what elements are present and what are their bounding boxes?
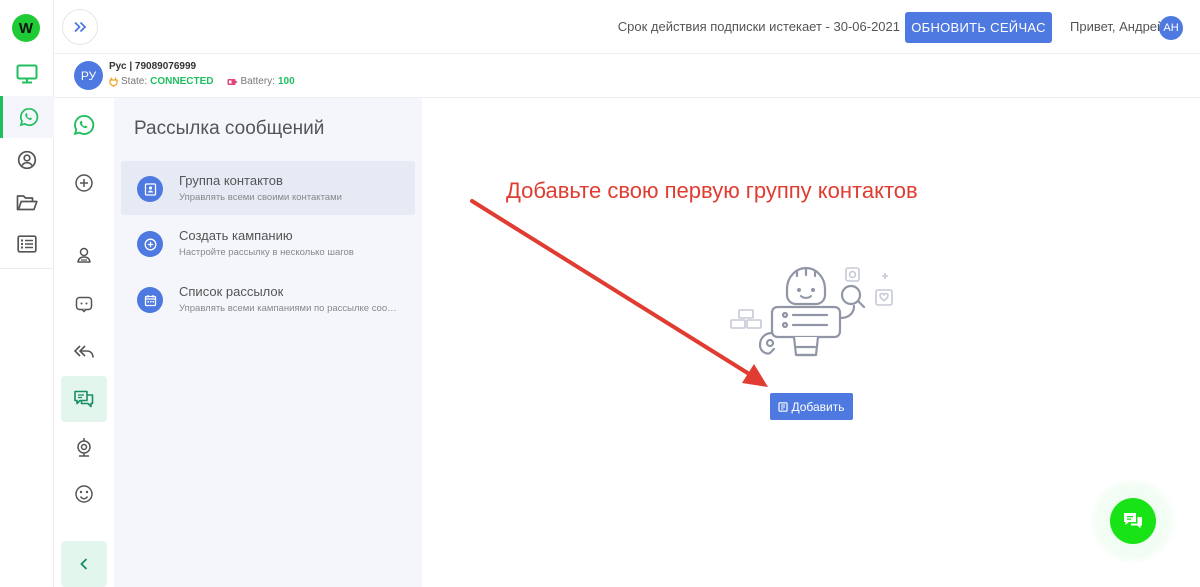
chevron-left-icon xyxy=(80,558,88,570)
rail2-item-reply-all[interactable] xyxy=(61,329,107,375)
rail2-item-webcam[interactable] xyxy=(61,424,107,470)
plus-icon xyxy=(144,238,156,250)
battery-icon xyxy=(227,78,238,85)
device-name: Рус | 79089076999 xyxy=(109,61,197,72)
calendar-icon xyxy=(144,294,156,306)
add-button-label: Добавить xyxy=(791,399,845,414)
subscription-expiry-text: Срок действия подписки истекает - 30-06-… xyxy=(617,19,900,34)
menu-item-contact-group[interactable]: Группа контактов Управлять всеми своими … xyxy=(121,161,415,215)
expand-sidebar-button[interactable] xyxy=(62,9,98,45)
rail2-item-messages[interactable] xyxy=(61,376,107,422)
plus-circle-icon xyxy=(75,174,93,192)
chat-square-icon xyxy=(75,296,93,313)
contact-book-icon xyxy=(144,182,156,196)
empty-state-illustration xyxy=(730,266,893,357)
list-icon xyxy=(17,235,37,253)
top-header: Срок действия подписки истекает - 30-06-… xyxy=(54,0,1200,54)
menu-item-title: Группа контактов xyxy=(179,173,283,188)
rail2-item-whatsapp[interactable] xyxy=(61,102,107,148)
chat-bubbles-icon xyxy=(1124,513,1142,529)
menu-item-title: Список рассылок xyxy=(179,284,284,299)
smile-icon xyxy=(75,485,93,503)
menu-item-subtitle: Настройте рассылку в несколько шагов xyxy=(179,247,354,258)
logo-letter: W xyxy=(18,19,34,37)
user-circle-icon xyxy=(17,150,37,170)
device-bar: РУ Рус | 79089076999 State: CONNECTED Ba… xyxy=(54,54,1200,98)
rail-item-reports[interactable] xyxy=(0,223,54,265)
primary-rail: W xyxy=(0,0,54,587)
collapse-menu-button[interactable] xyxy=(61,541,107,587)
menu-item-icon xyxy=(137,287,163,313)
main-content: Добавьте свою первую группу контактов До… xyxy=(422,98,1200,587)
broadcast-menu: Рассылка сообщений Группа контактов Упра… xyxy=(114,98,422,587)
messages-icon xyxy=(74,390,94,408)
menu-title: Рассылка сообщений xyxy=(134,118,325,139)
menu-item-icon xyxy=(137,176,163,202)
whatsapp-icon xyxy=(73,115,95,136)
state-value: CONNECTED xyxy=(150,76,214,87)
rail2-item-smile[interactable] xyxy=(61,471,107,517)
app-root: W Срок действия подписки истекает - 30-0… xyxy=(0,0,1200,587)
app-logo[interactable]: W xyxy=(12,14,40,42)
user-avatar[interactable]: АН xyxy=(1159,16,1183,40)
whatsapp-icon xyxy=(19,107,38,127)
rail-item-whatsapp[interactable] xyxy=(0,96,54,138)
open-chat-button[interactable] xyxy=(1110,498,1156,544)
rail-item-account[interactable] xyxy=(0,139,54,181)
menu-item-create-campaign[interactable]: Создать кампанию Настройте рассылку в не… xyxy=(121,216,415,270)
add-contact-group-button[interactable]: Добавить xyxy=(770,393,853,420)
chat-widget xyxy=(1090,478,1176,564)
device-status: State: CONNECTED Battery: 100 xyxy=(109,76,295,87)
monitor-icon xyxy=(16,64,38,84)
rail-item-devices[interactable] xyxy=(0,53,54,95)
folder-open-icon xyxy=(16,195,38,211)
webcam-icon xyxy=(77,438,91,457)
battery-value: 100 xyxy=(277,76,295,87)
rail2-item-chat[interactable] xyxy=(61,281,107,327)
menu-item-icon xyxy=(137,231,163,257)
greeting-text: Привет, Андрей xyxy=(1070,19,1165,34)
menu-item-subtitle: Управлять всеми своими контактами xyxy=(179,192,342,203)
rail2-item-contacts[interactable] xyxy=(61,232,107,278)
rail2-item-add[interactable] xyxy=(61,160,107,206)
state-label: State: xyxy=(121,76,148,87)
contact-book-icon xyxy=(778,401,789,412)
reply-all-icon xyxy=(73,345,94,358)
contact-icon xyxy=(77,247,91,263)
upgrade-now-button[interactable]: ОБНОВИТЬ СЕЙЧАС xyxy=(905,12,1052,43)
battery-label: Battery: xyxy=(240,76,275,87)
menu-item-title: Создать кампанию xyxy=(179,228,293,243)
device-avatar[interactable]: РУ xyxy=(74,61,103,90)
menu-item-subtitle: Управлять всеми кампаниями по рассылке с… xyxy=(179,303,399,314)
rail-item-files[interactable] xyxy=(0,182,54,224)
secondary-rail xyxy=(54,98,114,587)
rail-divider xyxy=(0,268,54,269)
menu-item-broadcast-list[interactable]: Список рассылок Управлять всеми кампания… xyxy=(121,272,415,326)
double-chevron-right-icon xyxy=(74,21,87,33)
plug-icon xyxy=(109,77,118,87)
